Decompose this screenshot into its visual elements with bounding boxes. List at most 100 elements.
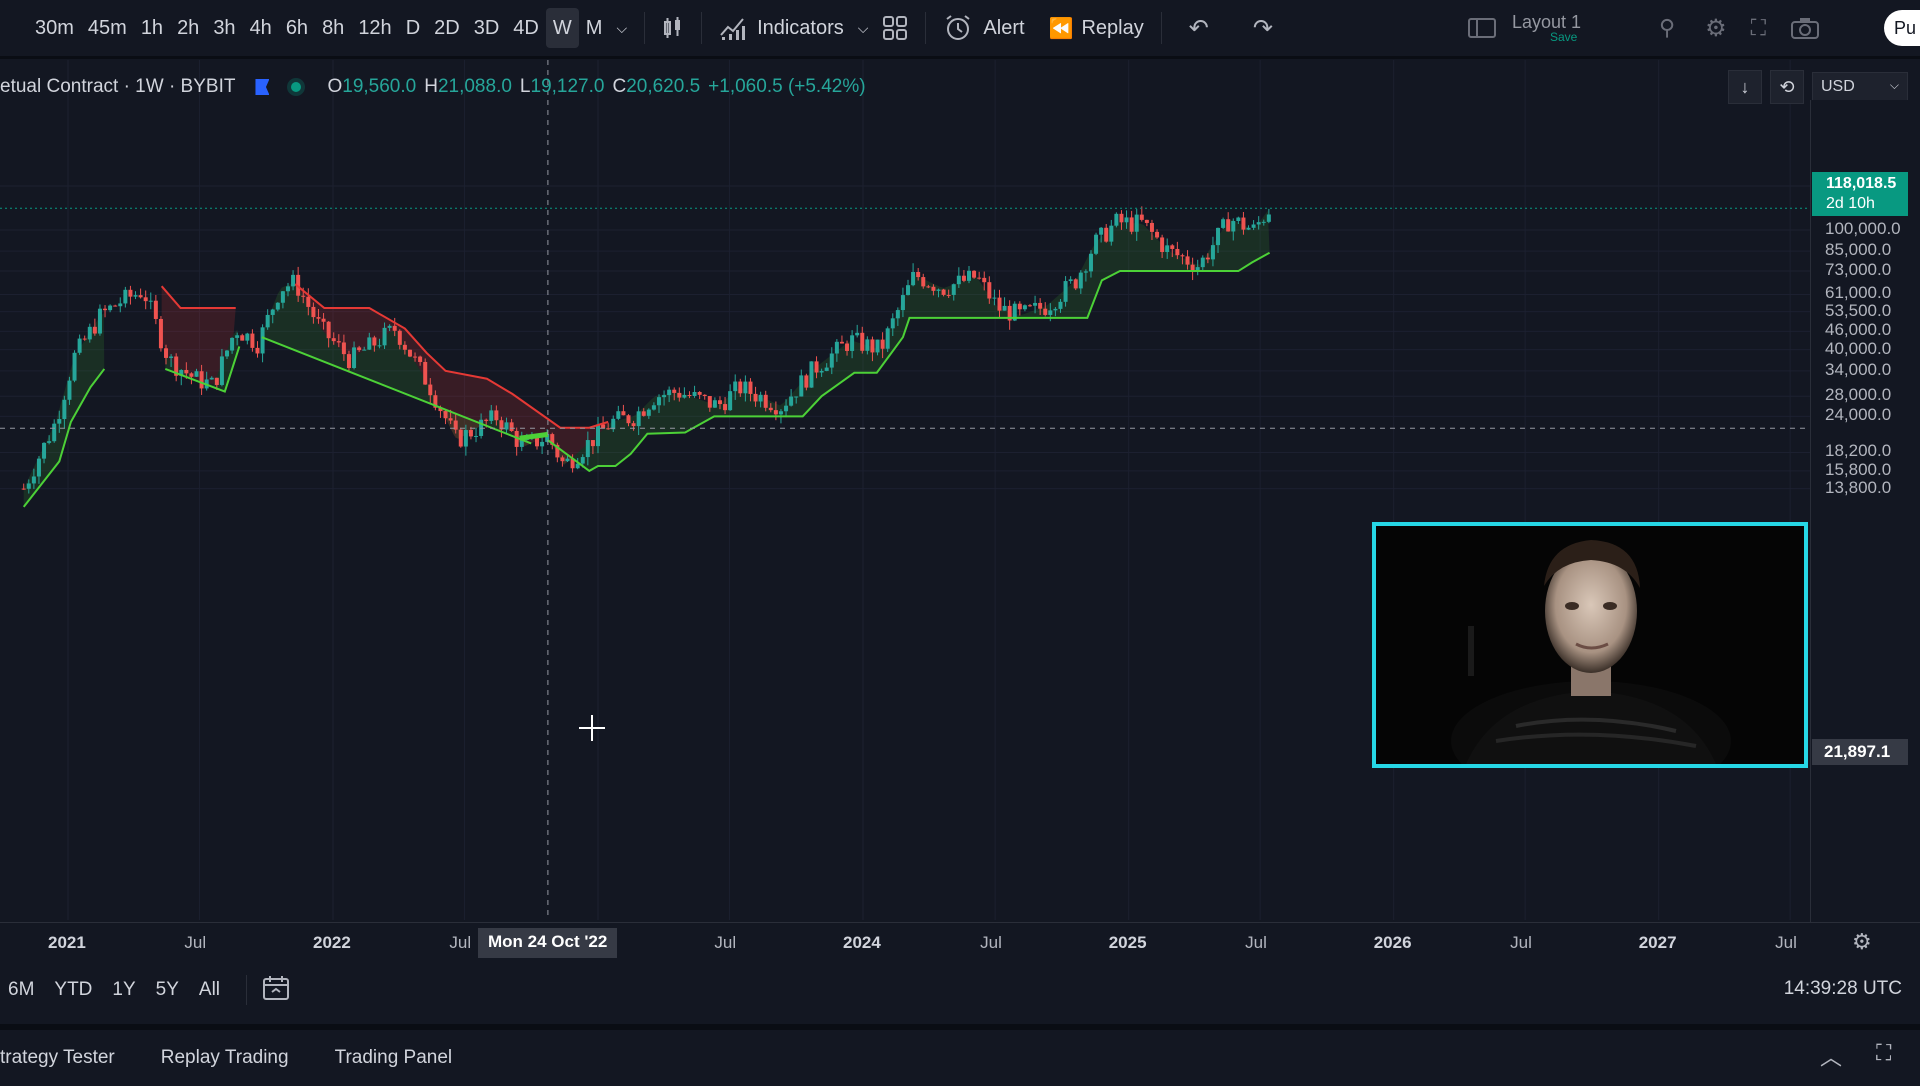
range-6m[interactable]: 6M [8,979,34,1001]
crosshair-price-tag: 21,897.1 [1812,739,1908,765]
snapshot-button[interactable] [1783,8,1827,48]
interval-6h[interactable]: 6h [279,8,315,48]
layouts-button[interactable] [875,8,915,48]
candle-body [743,381,748,394]
toolbar-divider [925,12,927,44]
candle-body [377,345,382,347]
toolbar-divider [1160,12,1162,44]
time-scale[interactable]: ⚙ 2021 Jul 2022 Jul Jul 2024 Jul 2025 Jul 2026 Jul… [0,922,1920,963]
indicators-dropdown[interactable]: ⌵ [851,8,876,48]
candle-body [250,333,255,348]
quick-search-button[interactable]: ⚲ [1652,8,1682,48]
candle-body [1033,302,1038,306]
chart-pane[interactable] [0,60,1810,920]
candle-body [773,410,778,415]
range-ytd[interactable]: YTD [54,979,92,1001]
candle-body [1139,214,1144,220]
interval-1h[interactable]: 1h [134,8,170,48]
chart-canvas[interactable] [0,60,1810,920]
interval-45m[interactable]: 45m [81,8,134,48]
candle-body [885,328,890,349]
price-label: 85,000.0 [1825,240,1892,260]
currency-value: USD [1821,78,1855,95]
candle-body [717,400,722,405]
time-axis-settings-button[interactable]: ⚙ [1852,929,1872,955]
candle-body [1175,248,1180,256]
interval-3h[interactable]: 3h [206,8,242,48]
candle-body [52,423,57,442]
candle-body [1216,227,1221,246]
utc-clock[interactable]: 14:39:28 UTC [1784,978,1902,1000]
candle-body [814,361,819,373]
candle-body [1165,245,1170,253]
layout-controls: Layout 1 Save [1460,8,1581,48]
last-price: 118,018.5 [1826,175,1897,192]
candle-body [367,337,372,350]
interval-30m[interactable]: 30m [28,8,81,48]
auto-scale-button[interactable]: ⟲ [1770,70,1804,104]
bar-style-button[interactable] [655,8,691,48]
intervals-dropdown[interactable]: ⌵ [609,8,634,48]
candle-body [1119,213,1124,223]
interval-2d[interactable]: 2D [427,8,467,48]
candle-body [641,411,646,416]
layout-name-block[interactable]: Layout 1 Save [1512,12,1581,44]
interval-3d[interactable]: 3D [467,8,507,48]
undo-button[interactable]: ↶ [1182,8,1216,48]
interval-8h[interactable]: 8h [315,8,351,48]
scroll-to-latest-button[interactable]: ↓ [1728,70,1762,104]
fullscreen-button[interactable]: ⛶ [1744,8,1773,48]
candle-body [128,289,133,297]
indicators-button[interactable]: Indicators [712,8,851,48]
candle-body [285,286,290,292]
range-5y[interactable]: 5Y [156,979,179,1001]
bottom-tab[interactable]: Trading Panel [335,1047,453,1069]
low-label: L [519,76,531,97]
candle-body [1210,245,1215,260]
candle-body [36,458,41,477]
interval-12h[interactable]: 12h [351,8,398,48]
candle-body [260,327,265,354]
time-label: 2027 [1638,933,1677,952]
interval-4h[interactable]: 4h [243,8,279,48]
candle-body [153,300,158,319]
price-scale[interactable]: 140,000.0100,000.085,000.073,000.061,000… [1810,100,1920,925]
flag-icon[interactable] [255,79,270,95]
time-label: 2026 [1373,933,1412,952]
alert-button[interactable]: Alert [936,8,1031,48]
candle-body [31,476,36,484]
publish-button[interactable]: Pu [1884,10,1920,46]
candle-body [1160,237,1165,253]
market-status-icon[interactable] [291,82,302,92]
replay-button[interactable]: ⏪ Replay [1042,8,1151,48]
collapse-panel-button[interactable]: ︿ [1820,1040,1842,1072]
candle-body [875,339,880,353]
candle-body [113,305,118,307]
auto-scale-icon: ⟲ [1779,76,1795,97]
change-value: +1,060.5 (+5.42%) [708,76,866,97]
candle-body [341,342,346,355]
candle-body [357,347,362,351]
candle-body [611,418,616,430]
candle-body [784,405,789,412]
settings-button[interactable]: ⚙ [1698,8,1734,48]
candle-body [1221,219,1226,228]
bottom-tab[interactable]: Replay Trading [161,1047,289,1069]
interval-m[interactable]: M [579,8,610,48]
interval-d[interactable]: D [399,8,427,48]
go-to-date-button[interactable] [261,974,291,1007]
interval-2h[interactable]: 2h [170,8,206,48]
candle-body [677,392,682,398]
redo-button[interactable]: ↷ [1246,8,1280,48]
range-1y[interactable]: 1Y [112,979,135,1001]
candle-body [1104,227,1109,242]
symbol-description[interactable]: etual Contract · 1W · BYBIT [0,76,235,98]
interval-w[interactable]: W [545,8,579,48]
candle-body [656,397,661,406]
price-label: 28,000.0 [1825,385,1892,405]
maximize-panel-button[interactable]: ⛶ [1876,1040,1891,1066]
bottom-tab[interactable]: trategy Tester [0,1047,115,1069]
range-all[interactable]: All [199,979,220,1001]
interval-4d[interactable]: 4D [506,8,546,48]
layout-menu-button[interactable] [1460,8,1504,48]
